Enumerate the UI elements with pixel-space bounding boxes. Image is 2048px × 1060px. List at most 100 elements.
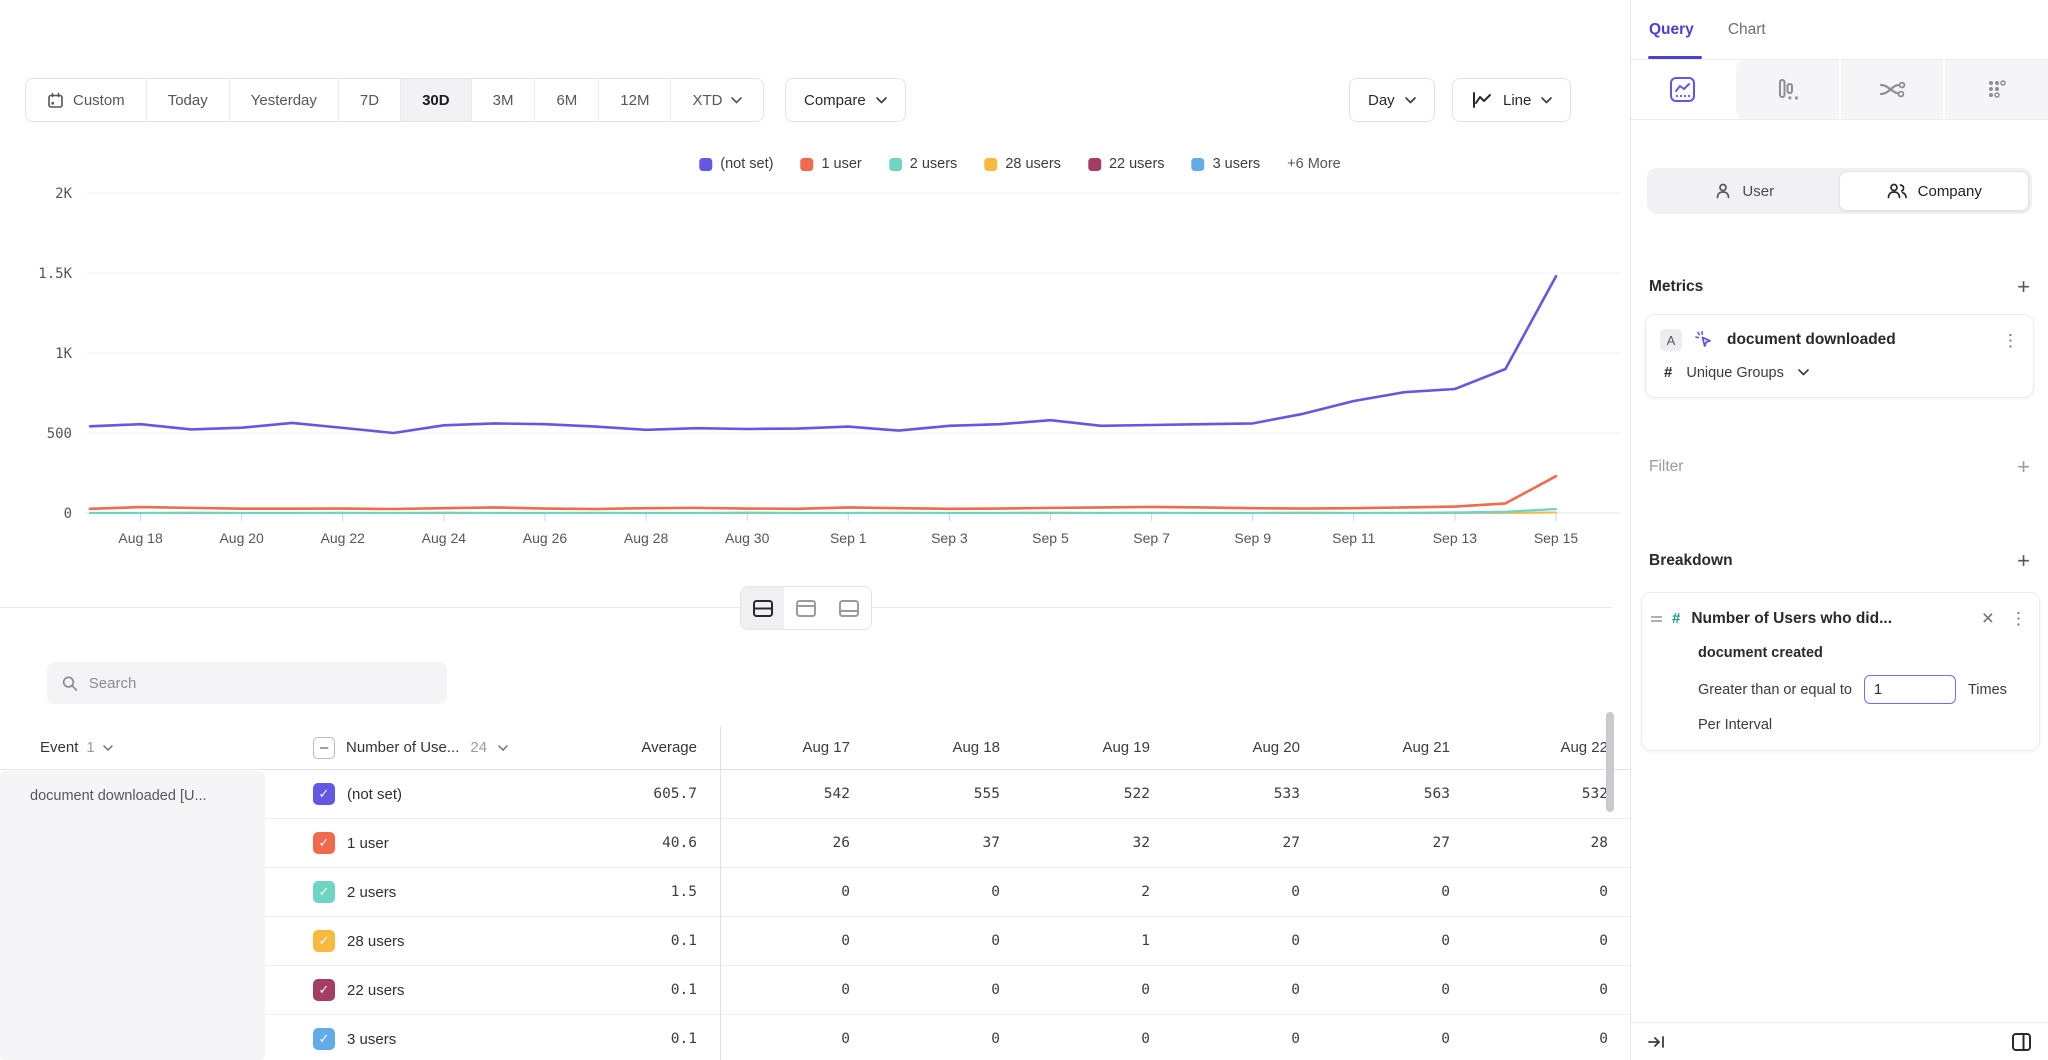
- add-breakdown-button[interactable]: +: [2017, 550, 2030, 572]
- scope-company-option[interactable]: Company: [1839, 171, 2030, 211]
- cell-value: 0: [1470, 884, 1620, 900]
- metrics-title: Metrics: [1649, 278, 1703, 296]
- range-button-3m[interactable]: 3M: [472, 79, 536, 121]
- toggle-right-panel-icon[interactable]: [2011, 1032, 2032, 1052]
- search-input[interactable]: [89, 675, 432, 692]
- average-value: 0.1: [585, 933, 720, 949]
- svg-text:Sep 5: Sep 5: [1032, 530, 1069, 546]
- event-count: 1: [86, 739, 94, 756]
- metric-card[interactable]: A document downloaded ⋮ # Unique Groups: [1645, 314, 2034, 398]
- chart-type-bar-button[interactable]: [1734, 60, 1839, 119]
- date-column-header: Aug 22: [1470, 739, 1620, 756]
- cell-value: 0: [720, 1031, 870, 1047]
- chart-type-dropdown[interactable]: Line: [1452, 78, 1571, 122]
- select-all-checkbox[interactable]: –: [313, 737, 335, 759]
- series-label: (not set): [347, 786, 402, 803]
- event-column-header[interactable]: Event 1: [0, 739, 265, 756]
- breakdown-card[interactable]: # Number of Users who did... × ⋮ documen…: [1641, 592, 2040, 751]
- line-chart-icon: [1669, 76, 1696, 103]
- series-checkbox[interactable]: ✓: [313, 783, 335, 805]
- chart-type-switcher: [1631, 60, 2048, 120]
- vertical-scrollbar[interactable]: [1606, 712, 1614, 812]
- series-checkbox[interactable]: ✓: [313, 930, 335, 952]
- breakdown-unit-label: Times: [1968, 682, 2007, 698]
- event-name-cell[interactable]: document downloaded [U...: [0, 771, 265, 1060]
- metric-badge: A: [1660, 329, 1682, 351]
- range-button-12m[interactable]: 12M: [599, 79, 671, 121]
- tab-query[interactable]: Query: [1649, 21, 1694, 39]
- date-column-header: Aug 18: [870, 739, 1020, 756]
- add-filter-button[interactable]: +: [2017, 456, 2030, 478]
- user-icon: [1714, 182, 1732, 200]
- table-row[interactable]: ✓2 users1.5002000: [265, 868, 1630, 917]
- svg-text:Aug 30: Aug 30: [725, 530, 770, 546]
- table-row[interactable]: ✓1 user40.6263732272728: [265, 819, 1630, 868]
- tab-chart[interactable]: Chart: [1728, 21, 1766, 39]
- cell-value: 0: [720, 933, 870, 949]
- breakdown-title: Breakdown: [1649, 552, 1733, 570]
- close-icon[interactable]: ×: [1982, 608, 1994, 629]
- series-checkbox[interactable]: ✓: [313, 979, 335, 1001]
- chevron-down-icon: [1541, 97, 1552, 104]
- cell-value: 0: [870, 933, 1020, 949]
- table-row[interactable]: ✓3 users0.1000000: [265, 1015, 1630, 1060]
- table-row[interactable]: ✓28 users0.1001000: [265, 917, 1630, 966]
- line-chart[interactable]: 05001K1.5K2KAug 18Aug 20Aug 22Aug 24Aug …: [0, 135, 1630, 565]
- range-button-7d[interactable]: 7D: [339, 79, 401, 121]
- bottom-panel-icon: [838, 599, 860, 618]
- range-button-6m[interactable]: 6M: [535, 79, 599, 121]
- series-checkbox[interactable]: ✓: [313, 832, 335, 854]
- metric-menu-icon[interactable]: ⋮: [2002, 332, 2019, 349]
- cell-value: 0: [1470, 982, 1620, 998]
- breakdown-value-input[interactable]: [1864, 675, 1956, 704]
- svg-text:2K: 2K: [55, 186, 72, 202]
- table-row[interactable]: ✓(not set)605.7542555522533563532: [265, 770, 1630, 819]
- top-panel-icon: [795, 599, 817, 618]
- breakdown-menu-icon[interactable]: ⋮: [2010, 610, 2027, 627]
- cell-value: 27: [1170, 835, 1320, 851]
- breakdown-per-interval[interactable]: Per Interval: [1698, 717, 2027, 733]
- cell-value: 533: [1170, 786, 1320, 802]
- range-button-xtd[interactable]: XTD: [671, 79, 763, 121]
- chart-type-flow-button[interactable]: [1839, 60, 1944, 119]
- layout-split-button[interactable]: [741, 587, 784, 629]
- cell-value: 0: [1170, 982, 1320, 998]
- metric-name: document downloaded: [1727, 331, 1990, 349]
- range-button-30d[interactable]: 30D: [401, 79, 472, 121]
- breakdown-condition-label[interactable]: Greater than or equal to: [1698, 682, 1852, 698]
- range-button-today[interactable]: Today: [147, 79, 230, 121]
- filter-title: Filter: [1649, 458, 1683, 476]
- average-value: 1.5: [585, 884, 720, 900]
- svg-text:1K: 1K: [55, 346, 72, 362]
- layout-chart-only-button[interactable]: [784, 587, 827, 629]
- drag-handle-icon[interactable]: [1650, 614, 1663, 624]
- scope-user-option[interactable]: User: [1650, 171, 1839, 211]
- average-value: 605.7: [585, 786, 720, 802]
- chart-type-dots-button[interactable]: [1943, 60, 2048, 119]
- collapse-panel-icon[interactable]: [1647, 1034, 1666, 1050]
- breakdown-event-name[interactable]: document created: [1698, 645, 2027, 661]
- average-column-header: Average: [585, 739, 720, 756]
- series-checkbox[interactable]: ✓: [313, 881, 335, 903]
- svg-text:Sep 1: Sep 1: [830, 530, 867, 546]
- chart-type-label: Line: [1503, 92, 1531, 109]
- interval-dropdown[interactable]: Day: [1349, 78, 1435, 122]
- filter-section-header: Filter +: [1631, 456, 2048, 478]
- series-label: 1 user: [347, 835, 389, 852]
- date-column-header: Aug 20: [1170, 739, 1320, 756]
- query-panel: Query Chart: [1630, 0, 2048, 1060]
- series-checkbox[interactable]: ✓: [313, 1028, 335, 1050]
- table-row[interactable]: ✓22 users0.1000000: [265, 966, 1630, 1015]
- compare-button[interactable]: Compare: [785, 78, 906, 122]
- layout-table-only-button[interactable]: [828, 587, 871, 629]
- range-button-yesterday[interactable]: Yesterday: [230, 79, 339, 121]
- series-column-header[interactable]: – Number of Use... 24: [265, 737, 585, 759]
- cell-value: 0: [1170, 933, 1320, 949]
- chart-type-line-button[interactable]: [1631, 60, 1734, 119]
- table-header-row: Event 1 – Number of Use... 24 Average Au…: [0, 726, 1630, 770]
- add-metric-button[interactable]: +: [2017, 276, 2030, 298]
- metric-aggregation[interactable]: Unique Groups: [1686, 365, 1784, 381]
- split-view-icon: [752, 599, 774, 618]
- range-button-custom[interactable]: Custom: [26, 79, 147, 121]
- date-range-selector: CustomTodayYesterday7D30D3M6M12MXTD: [25, 78, 764, 122]
